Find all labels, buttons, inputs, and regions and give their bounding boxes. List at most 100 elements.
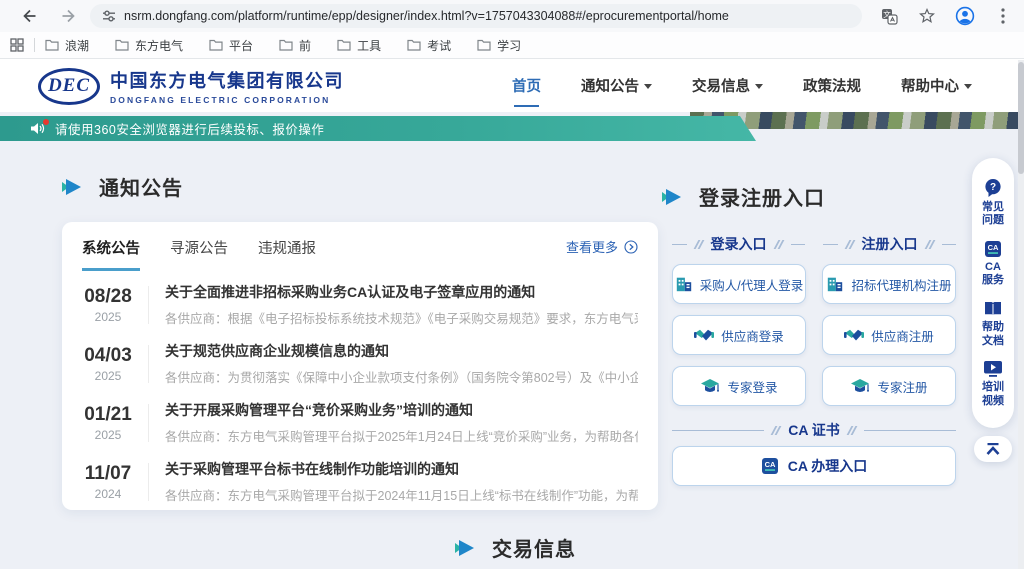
notice-desc: 各供应商：根据《电子招标投标系统技术规范》《电子采购交易规范》要求，东方电气采购… — [165, 308, 638, 327]
graduation-cap-icon — [700, 378, 720, 395]
notice-list: 08/28 2025 关于全面推进非招标采购业务CA认证及电子签章应用的通知各供应… — [62, 271, 658, 511]
ca-cert-header-wrap: CA 证书 — [672, 420, 956, 440]
login-section-title: 登录注册入口 — [662, 182, 825, 211]
notice-title: 关于采购管理平台标书在线制作功能培训的通知 — [165, 459, 638, 479]
bookmark-folder[interactable]: 考试 — [407, 37, 451, 54]
notice-title: 关于开展采购管理平台“竞价采购业务”培训的通知 — [165, 400, 638, 420]
company-name-en: DONGFANG ELECTRIC CORPORATION — [110, 95, 344, 105]
address-bar[interactable]: nsrm.dongfang.com/platform/runtime/epp/d… — [90, 4, 862, 28]
dec-logo-icon: DEC — [38, 68, 100, 105]
bookmark-star-icon[interactable] — [914, 3, 940, 29]
handshake-icon — [844, 328, 864, 343]
divider — [148, 345, 149, 383]
notice-card: 系统公告 寻源公告 违规通报 查看更多 08/28 2025 关于全面推进非招标采… — [62, 222, 658, 510]
ca-apply-button[interactable]: CA CA 办理入口 — [672, 446, 956, 486]
back-to-top-button[interactable] — [974, 436, 1012, 462]
apps-grid-icon[interactable] — [10, 38, 24, 52]
graduation-cap-icon — [850, 378, 870, 395]
section-title-text: 登录注册入口 — [699, 182, 825, 211]
chevron-down-icon — [755, 84, 763, 89]
main-nav: 首页 通知公告 交易信息 政策法规 帮助中心 — [512, 59, 972, 112]
buyer-agent-login-button[interactable]: 采购人/代理人登录 — [672, 264, 806, 304]
faq-shortcut[interactable]: ? 常见问题 — [982, 178, 1004, 229]
notice-title: 关于全面推进非招标采购业务CA认证及电子签章应用的通知 — [165, 282, 638, 302]
ca-service-shortcut[interactable]: CA CA服务 — [982, 240, 1004, 289]
page-scrollbar[interactable] — [1018, 60, 1024, 569]
notice-year: 2025 — [78, 310, 138, 324]
forward-icon[interactable] — [56, 3, 82, 29]
floating-toolbar: ? 常见问题 CA CA服务 帮助文档 培训视频 — [972, 158, 1014, 428]
company-name-cn: 中国东方电气集团有限公司 — [110, 67, 344, 93]
tab-sourcing-notices[interactable]: 寻源公告 — [170, 237, 228, 268]
video-icon — [983, 360, 1003, 378]
ticker-text: 请使用360安全浏览器进行后续投标、报价操作 — [55, 119, 324, 138]
help-docs-shortcut[interactable]: 帮助文档 — [982, 300, 1004, 349]
notice-desc: 各供应商：为贯彻落实《保障中小企业款项支付条例》（国务院令第802号）及《中小企… — [165, 367, 638, 386]
translate-icon[interactable]: 文 — [876, 3, 902, 29]
browser-window: nsrm.dongfang.com/platform/runtime/epp/d… — [0, 0, 1024, 569]
tab-violation-reports[interactable]: 违规通报 — [258, 237, 316, 268]
ca-badge-icon: CA — [984, 240, 1002, 258]
bookmarks-bar: 浪潮 东方电气 平台 前 工具 考试 学习 — [0, 32, 1024, 59]
scrollbar-thumb[interactable] — [1018, 62, 1024, 174]
building-icon — [826, 275, 844, 293]
notice-date: 08/28 — [78, 286, 138, 308]
building-icon — [675, 275, 693, 293]
notice-row[interactable]: 08/28 2025 关于全面推进非招标采购业务CA认证及电子签章应用的通知各供应… — [78, 275, 638, 334]
question-icon: ? — [983, 178, 1003, 198]
notice-date: 04/03 — [78, 345, 138, 367]
nav-policies[interactable]: 政策法规 — [803, 71, 861, 100]
notice-title: 关于规范供应商企业规模信息的通知 — [165, 341, 638, 361]
expert-login-button[interactable]: 专家登录 — [672, 366, 806, 406]
tab-system-notices[interactable]: 系统公告 — [82, 237, 140, 271]
menu-dots-icon[interactable] — [990, 3, 1016, 29]
section-title-text: 交易信息 — [492, 533, 576, 562]
login-entry-header: 登录入口 — [672, 234, 805, 254]
speaker-icon — [30, 122, 45, 135]
notice-tabs: 系统公告 寻源公告 违规通报 查看更多 — [62, 222, 658, 271]
notice-date: 11/07 — [78, 463, 138, 485]
expert-register-button[interactable]: 专家注册 — [822, 366, 956, 406]
chevron-down-icon — [644, 84, 652, 89]
bookmark-folder[interactable]: 东方电气 — [115, 37, 183, 54]
ca-badge-icon: CA — [761, 457, 779, 475]
notification-dot — [43, 119, 49, 125]
site-settings-icon[interactable] — [102, 9, 116, 23]
nav-help-center[interactable]: 帮助中心 — [901, 71, 972, 100]
profile-avatar-icon[interactable] — [952, 3, 978, 29]
section-title-text: 通知公告 — [99, 172, 183, 201]
bookmark-folder[interactable]: 浪潮 — [45, 37, 89, 54]
notice-row[interactable]: 04/03 2025 关于规范供应商企业规模信息的通知各供应商：为贯彻落实《保障中… — [78, 334, 638, 393]
training-videos-shortcut[interactable]: 培训视频 — [982, 360, 1004, 409]
notice-year: 2025 — [78, 428, 138, 442]
bidding-agency-register-button[interactable]: 招标代理机构注册 — [822, 264, 956, 304]
supplier-login-button[interactable]: 供应商登录 — [672, 315, 806, 355]
bookmark-folder[interactable]: 前 — [279, 37, 311, 54]
notice-year: 2025 — [78, 369, 138, 383]
nav-trade-info[interactable]: 交易信息 — [692, 71, 763, 100]
supplier-register-button[interactable]: 供应商注册 — [822, 315, 956, 355]
section-arrow-icon — [455, 539, 477, 557]
bookmark-folder[interactable]: 工具 — [337, 37, 381, 54]
company-logo[interactable]: DEC 中国东方电气集团有限公司 DONGFANG ELECTRIC CORPO… — [38, 67, 344, 105]
entry-buttons-grid: 采购人/代理人登录 招标代理机构注册 供应商登录 供应商注册 专家登录 专家注册 — [672, 264, 956, 406]
svg-text:CA: CA — [988, 243, 999, 252]
notice-row[interactable]: 01/212025 关于开展采购管理平台“竞价采购业务”培训的通知各供应商：东方… — [78, 393, 638, 452]
book-icon — [983, 300, 1003, 318]
view-more-link[interactable]: 查看更多 — [566, 237, 638, 256]
divider — [148, 286, 149, 324]
handshake-icon — [694, 328, 714, 343]
bookmark-folder[interactable]: 平台 — [209, 37, 253, 54]
divider — [148, 463, 149, 501]
nav-home[interactable]: 首页 — [512, 71, 541, 100]
browser-toolbar: nsrm.dongfang.com/platform/runtime/epp/d… — [0, 0, 1024, 32]
back-to-top-icon — [984, 442, 1002, 456]
bookmark-folder[interactable]: 学习 — [477, 37, 521, 54]
section-arrow-icon — [662, 188, 684, 206]
browser-notice-ticker: 请使用360安全浏览器进行后续投标、报价操作 — [0, 116, 756, 141]
circle-arrow-icon — [624, 240, 638, 254]
divider — [148, 404, 149, 442]
nav-notices[interactable]: 通知公告 — [581, 71, 652, 100]
notice-row[interactable]: 11/072024 关于采购管理平台标书在线制作功能培训的通知各供应商：东方电气… — [78, 452, 638, 511]
back-icon[interactable] — [16, 3, 42, 29]
